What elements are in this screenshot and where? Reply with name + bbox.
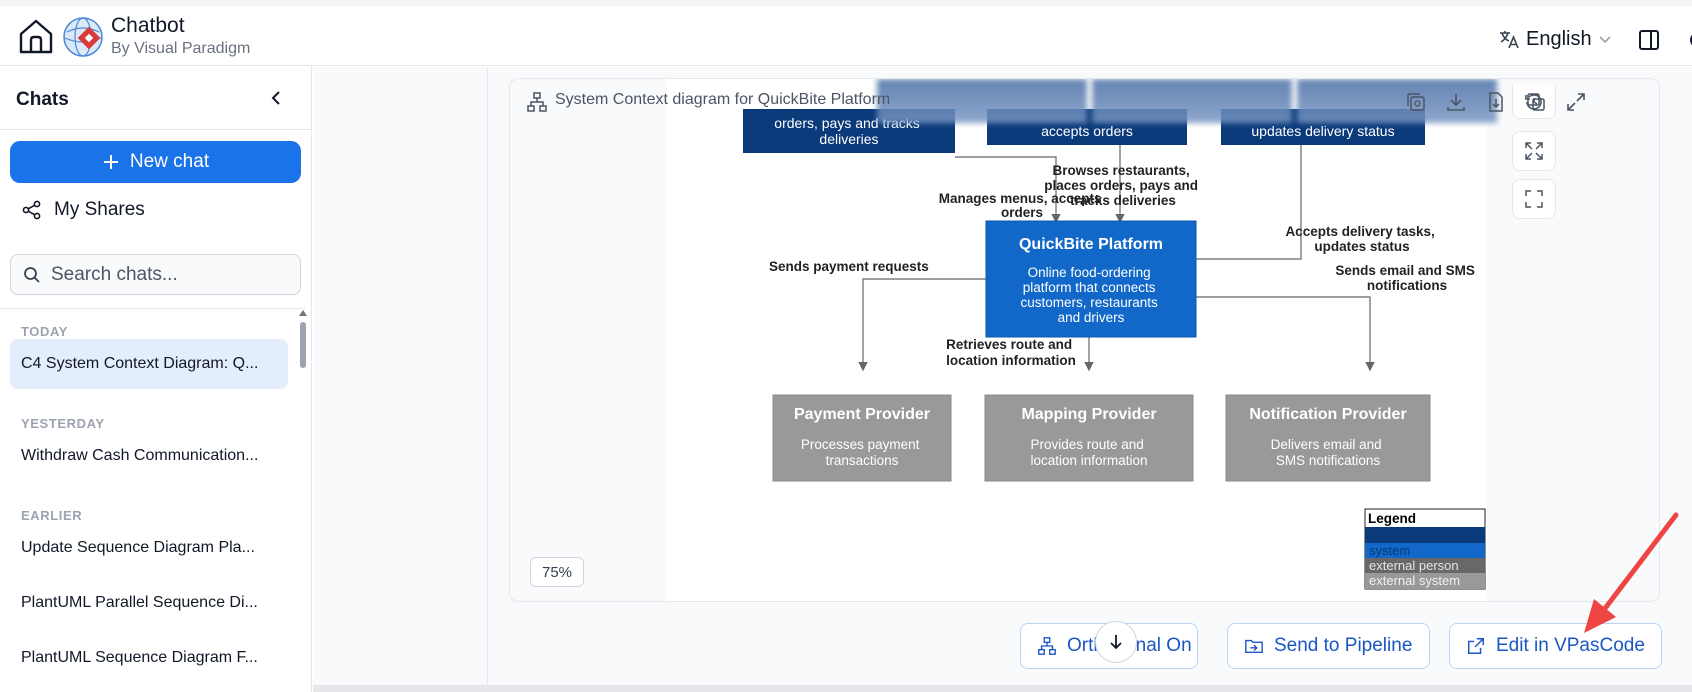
send-folder-icon: [1245, 639, 1263, 654]
scroll-up-arrow-icon[interactable]: [299, 310, 307, 316]
chat-item-parallel-sequence[interactable]: PlantUML Parallel Sequence Di...: [10, 578, 288, 628]
diagram-title: System Context diagram for QuickBite Pla…: [555, 91, 891, 108]
chat-history-list: TODAY C4 System Context Diagram: Q... YE…: [0, 308, 306, 692]
fit-to-screen-button[interactable]: [1512, 131, 1556, 171]
diagram-card: System Context diagram for QuickBite Pla…: [509, 78, 1660, 602]
external-box-mapping-desc: Provides route and location information: [1030, 437, 1147, 468]
chevron-down-icon: [1599, 36, 1611, 44]
language-label: English: [1526, 27, 1592, 50]
send-to-pipeline-label: Send to Pipeline: [1274, 635, 1413, 656]
edge-label-notification: Sends email and SMS notifications: [1335, 263, 1478, 293]
bottom-strip: [313, 685, 1692, 692]
system-box-title: QuickBite Platform: [1019, 236, 1163, 253]
edge-label-driver: Accepts delivery tasks, updates status: [1285, 224, 1438, 254]
diagram-hierarchy-icon: [527, 92, 547, 112]
diagram-canvas: orders, pays and tracks deliveries accep…: [667, 79, 1497, 601]
chat-sidebar: Chats New chat My Shares TODAY C4 System…: [0, 66, 312, 692]
language-selector[interactable]: English: [1498, 26, 1612, 52]
search-chats[interactable]: [10, 254, 301, 295]
diagram-legend: Legend person system external person ext…: [1364, 508, 1486, 590]
main-divider: [487, 67, 488, 692]
plus-icon: [103, 155, 118, 169]
group-label-today: TODAY: [21, 324, 69, 339]
arrow-down-icon: [1110, 635, 1122, 650]
legend-label-system: system: [1369, 543, 1410, 558]
my-shares-link[interactable]: My Shares: [22, 194, 145, 226]
legend-label-external-person: external person: [1369, 558, 1459, 573]
chevron-left-icon[interactable]: [264, 86, 288, 110]
home-icon[interactable]: [16, 16, 56, 56]
new-chat-button[interactable]: New chat: [10, 141, 301, 183]
legend-label-external-system: external system: [1369, 573, 1460, 588]
legend-title: Legend: [1368, 511, 1416, 526]
external-box-notification-desc: Delivers email and SMS notifications: [1271, 437, 1386, 468]
person-box-driver-text: updates delivery status: [1251, 123, 1394, 139]
chat-item-c4-system-context[interactable]: C4 System Context Diagram: Q...: [10, 339, 288, 389]
external-link-icon: [1468, 638, 1484, 654]
sidebar-title: Chats: [16, 89, 69, 110]
download-icon[interactable]: [1445, 91, 1467, 113]
blurred-region: [877, 79, 1087, 123]
group-label-earlier: EARLIER: [21, 508, 83, 523]
panel-toggle-icon[interactable]: [1637, 28, 1661, 52]
sidebar-scrollbar[interactable]: [299, 308, 307, 692]
edge-notification: [1189, 296, 1375, 372]
chat-item-update-sequence[interactable]: Update Sequence Diagram Pla...: [10, 523, 288, 573]
edge-driver: [1186, 145, 1302, 264]
chatbot-logo-icon: [63, 17, 103, 57]
fullscreen-icon: [1525, 190, 1543, 208]
translate-icon: [1500, 31, 1519, 49]
fit-screen-icon: [1525, 142, 1543, 160]
sidebar-header: Chats: [0, 66, 311, 130]
external-box-notification-title: Notification Provider: [1249, 406, 1406, 423]
main-area: System Context diagram for QuickBite Pla…: [313, 67, 1692, 692]
edge-label-payment: Sends payment requests: [769, 259, 929, 274]
zoom-level-badge[interactable]: 75%: [530, 557, 584, 587]
annotation-arrow-icon: [1584, 512, 1679, 633]
expand-icon[interactable]: [1565, 91, 1587, 113]
fullscreen-button[interactable]: [1512, 179, 1556, 219]
app-subtitle: By Visual Paradigm: [111, 40, 251, 57]
system-context-diagram: orders, pays and tracks deliveries accep…: [743, 109, 1486, 590]
orthogonal-layout-icon: [1038, 637, 1056, 655]
scroll-down-button[interactable]: [1095, 621, 1137, 663]
account-icon[interactable]: [1686, 28, 1692, 52]
external-box-payment-title: Payment Provider: [794, 406, 930, 423]
export-file-icon[interactable]: [1485, 91, 1507, 113]
legend-label-person: person: [1369, 527, 1409, 542]
person-box-restaurant-text: accepts orders: [1041, 123, 1133, 139]
chat-item-sequence-diagram[interactable]: PlantUML Sequence Diagram F...: [10, 633, 288, 683]
search-input[interactable]: [51, 263, 281, 286]
app-title: Chatbot: [111, 14, 185, 37]
copy-image-icon[interactable]: [1405, 91, 1427, 113]
share-icon: [22, 200, 41, 220]
group-label-yesterday: YESTERDAY: [21, 416, 105, 431]
edit-in-vpascode-label: Edit in VPasCode: [1496, 635, 1645, 656]
blurred-region: [1297, 79, 1497, 123]
top-bar: Chatbot By Visual Paradigm English: [0, 0, 1692, 66]
chat-item-withdraw-cash[interactable]: Withdraw Cash Communication...: [10, 431, 288, 481]
edge-label-restaurant: Manages menus, accepts orders: [939, 191, 1106, 220]
send-to-pipeline-button[interactable]: Send to Pipeline: [1227, 623, 1430, 669]
external-box-mapping-title: Mapping Provider: [1021, 406, 1156, 423]
blurred-region: [1092, 79, 1292, 123]
compare-icon[interactable]: [1525, 91, 1547, 113]
search-icon: [24, 266, 40, 283]
edge-label-mapping: Retrieves route and location information: [946, 337, 1076, 368]
my-shares-label: My Shares: [54, 199, 145, 220]
scroll-thumb[interactable]: [300, 322, 306, 368]
new-chat-label: New chat: [129, 151, 210, 172]
